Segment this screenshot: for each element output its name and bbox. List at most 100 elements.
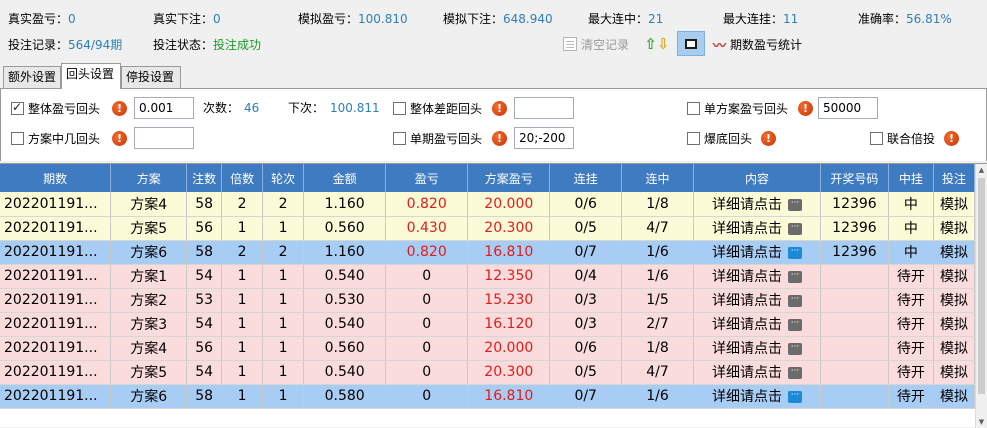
window-toggle-button[interactable]: [677, 31, 705, 56]
detail-link[interactable]: 详细请点击: [712, 245, 782, 261]
table-row[interactable]: 202201191... 方案2 53 1 1 0.530 0 15.230 0/3 1/5 详细请…: [0, 288, 976, 313]
table-cell: 待开: [888, 336, 934, 361]
column-header[interactable]: 盈亏: [385, 164, 469, 192]
table-row[interactable]: 202201191... 方案4 58 2 2 1.160 0.820 20.000 0/6 1/…: [0, 192, 976, 217]
bust-info-icon[interactable]: !: [761, 131, 776, 146]
column-header[interactable]: 轮次: [262, 164, 305, 192]
single-plan-checkbox[interactable]: [687, 101, 700, 115]
detail-link[interactable]: 详细请点击: [712, 389, 782, 405]
more-icon[interactable]: ···: [788, 247, 802, 259]
table-cell[interactable]: 详细请点击 ···: [693, 264, 822, 289]
column-header[interactable]: 连中: [621, 164, 694, 192]
detail-link[interactable]: 详细请点击: [712, 293, 782, 309]
tab-extra-settings[interactable]: 额外设置: [3, 66, 61, 88]
clear-records-button[interactable]: 清空记录: [563, 32, 629, 56]
scroll-down-icon[interactable]: ▼: [978, 418, 985, 426]
column-header[interactable]: 中挂: [888, 164, 934, 192]
overall-profit-checkbox[interactable]: [11, 100, 24, 115]
table-cell[interactable]: 详细请点击 ···: [693, 360, 822, 385]
column-header[interactable]: 方案: [110, 164, 188, 192]
sim-profit-value: 100.810: [358, 12, 408, 26]
single-plan-info-icon[interactable]: !: [798, 101, 813, 116]
table-row[interactable]: 202201191... 方案4 56 1 1 0.560 0 20.000 0/6 1/8 详细请…: [0, 336, 976, 361]
detail-link[interactable]: 详细请点击: [712, 317, 782, 333]
table-cell[interactable]: 详细请点击 ···: [693, 240, 822, 265]
column-header[interactable]: 倍数: [221, 164, 264, 192]
column-header[interactable]: 期数: [0, 164, 112, 192]
detail-link[interactable]: 详细请点击: [712, 197, 782, 213]
single-period-option[interactable]: 单期盈亏回头: [393, 127, 482, 149]
single-period-input[interactable]: 20;-200: [514, 127, 574, 149]
table-row[interactable]: 202201191... 方案3 54 1 1 0.540 0 16.120 0/3 2/7 详细请…: [0, 312, 976, 337]
more-icon[interactable]: ···: [788, 223, 802, 235]
single-plan-input[interactable]: 50000: [818, 97, 878, 119]
plan-hits-info-icon[interactable]: !: [112, 131, 127, 146]
column-header[interactable]: 投注: [933, 164, 976, 192]
bust-checkbox[interactable]: [687, 131, 700, 145]
table-cell[interactable]: 详细请点击 ···: [693, 384, 822, 409]
overall-profit-option[interactable]: 整体盈亏回头: [11, 97, 100, 119]
more-icon[interactable]: ···: [788, 295, 802, 307]
table-cell[interactable]: 详细请点击 ···: [693, 216, 822, 241]
column-header[interactable]: 连挂: [549, 164, 623, 192]
overall-profit-input[interactable]: 0.001: [134, 97, 194, 119]
tab-stop-settings[interactable]: 停投设置: [121, 66, 181, 88]
scroll-up-icon[interactable]: ▲: [978, 166, 985, 174]
column-header[interactable]: 注数: [186, 164, 223, 192]
table-row[interactable]: 202201191... 方案6 58 1 1 0.580 0 16.810 0/7 1/6 详细请…: [0, 384, 976, 409]
detail-link[interactable]: 详细请点击: [712, 341, 782, 357]
overall-gap-label: 整体差距回头: [410, 101, 483, 116]
vertical-scrollbar[interactable]: ▲ ▼: [975, 164, 987, 428]
table-cell: 2: [262, 240, 305, 265]
table-cell[interactable]: 详细请点击 ···: [693, 336, 822, 361]
table-cell: 模拟: [933, 360, 976, 385]
table-row[interactable]: 202201191... 方案1 54 1 1 0.540 0 12.350 0/4 1/6 详细请…: [0, 264, 976, 289]
table-row[interactable]: 202201191... 方案5 56 1 1 0.560 0.430 20.300 0/5 4/…: [0, 216, 976, 241]
overall-profit-info-icon[interactable]: !: [112, 101, 127, 116]
clear-records-label: 清空记录: [581, 37, 630, 52]
table-cell: 模拟: [933, 192, 976, 217]
plan-hits-checkbox[interactable]: [11, 131, 24, 145]
detail-link[interactable]: 详细请点击: [712, 365, 782, 381]
detail-link[interactable]: 详细请点击: [712, 221, 782, 237]
more-icon[interactable]: ···: [788, 198, 802, 211]
combined-option[interactable]: 联合倍投: [870, 127, 935, 149]
real-bet-value: 0: [213, 12, 221, 26]
table-row[interactable]: 202201191... 方案5 54 1 1 0.540 0 20.300 0/5 4/7 详细请…: [0, 360, 976, 385]
table-row[interactable]: 202201191... 方案6 58 2 2 1.160 0.820 16.810 0/7 1/…: [0, 240, 976, 265]
overall-gap-checkbox[interactable]: [393, 101, 406, 115]
more-icon[interactable]: ···: [788, 391, 802, 403]
column-header[interactable]: 开奖号码: [820, 164, 889, 192]
detail-link[interactable]: 详细请点击: [712, 269, 782, 285]
combined-checkbox[interactable]: [870, 131, 883, 145]
more-icon[interactable]: ···: [788, 343, 802, 355]
scroll-thumb[interactable]: [978, 178, 985, 394]
single-period-info-icon[interactable]: !: [492, 131, 507, 146]
single-plan-option[interactable]: 单方案盈亏回头: [687, 97, 788, 119]
up-down-arrows-button[interactable]: ⇧ ⇩: [644, 32, 669, 56]
more-icon[interactable]: ···: [788, 367, 802, 379]
bust-option[interactable]: 爆底回头: [687, 127, 752, 149]
overall-gap-input[interactable]: [514, 97, 574, 119]
column-header[interactable]: 内容: [693, 164, 822, 192]
overall-gap-info-icon[interactable]: !: [492, 101, 507, 116]
plan-hits-input[interactable]: [134, 127, 194, 149]
overall-gap-option[interactable]: 整体差距回头: [393, 97, 482, 119]
plan-hits-option[interactable]: 方案中几回头: [11, 127, 100, 149]
tab-return-settings[interactable]: 回头设置: [61, 63, 121, 89]
period-stats-button[interactable]: 〰 期数盈亏统计: [713, 32, 802, 56]
real-profit-label: 真实盈亏：: [8, 12, 69, 26]
column-header[interactable]: 方案盈亏: [467, 164, 551, 192]
table-cell[interactable]: 详细请点击 ···: [693, 192, 822, 217]
column-header[interactable]: 金额: [303, 164, 387, 192]
combined-info-icon[interactable]: !: [944, 131, 959, 146]
settings-tabs: 额外设置 回头设置 停投设置: [0, 63, 987, 89]
table-cell[interactable]: 详细请点击 ···: [693, 312, 822, 337]
single-period-checkbox[interactable]: [393, 131, 406, 145]
more-icon[interactable]: ···: [788, 271, 802, 283]
more-icon[interactable]: ···: [788, 319, 802, 331]
table-cell[interactable]: 详细请点击 ···: [693, 288, 822, 313]
table-cell: 16.810: [467, 384, 551, 409]
table-cell: 0.540: [303, 312, 387, 337]
overall-profit-label: 整体盈亏回头: [28, 101, 101, 116]
